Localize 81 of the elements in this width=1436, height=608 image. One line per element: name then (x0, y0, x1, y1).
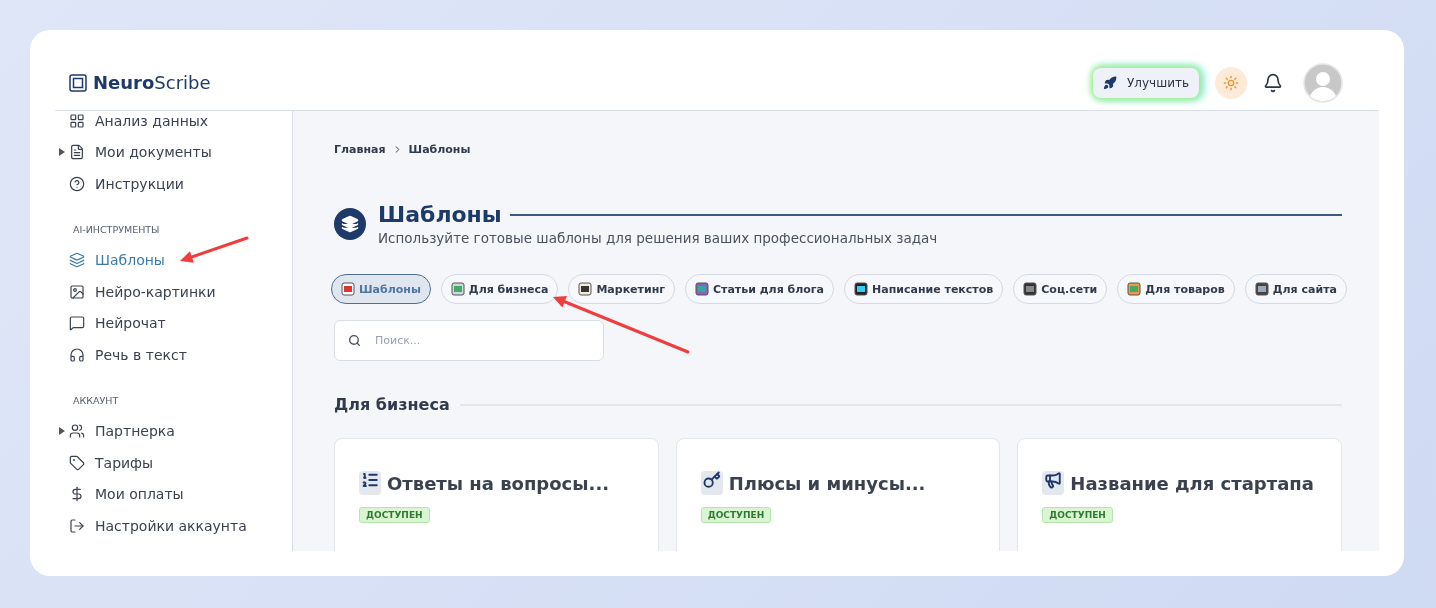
sidebar-item[interactable]: Инструкции (69, 168, 292, 200)
sidebar-item-label: Настройки аккаунта (95, 517, 247, 534)
card-title: Ответы на вопросы... (387, 472, 610, 494)
sidebar-section-title: АККАУНТ (73, 394, 120, 406)
status-badge: ДОСТУПЕН (700, 507, 772, 523)
chip-emoji-icon (578, 282, 593, 296)
sidebar-item[interactable]: Шаблоны (69, 244, 292, 276)
sidebar-item-icon (69, 175, 85, 192)
breadcrumb-link[interactable]: Шаблоны (408, 143, 471, 156)
filter-chip[interactable]: Написание текстов (844, 274, 1004, 304)
sidebar-item-label: Шаблоны (95, 252, 165, 269)
sidebar-item-icon (69, 283, 85, 300)
sidebar-item-label: Мои оплаты (95, 486, 184, 503)
sidebar-item-label: Нейро-картинки (95, 283, 216, 300)
card-title: Плюсы и минусы... (728, 472, 926, 494)
logo-text: NeuroScribe (93, 72, 211, 93)
card-icon (359, 471, 381, 495)
filter-chip[interactable]: Соц.сети (1013, 274, 1108, 304)
sidebar-item-label: Речь в текст (95, 346, 187, 363)
sidebar-item-icon (69, 346, 85, 363)
sidebar-item[interactable]: Мои оплаты (69, 478, 292, 510)
sun-icon (1223, 74, 1239, 91)
page-subtitle: Используйте готовые шаблоны для решения ваших профессиональных задач (378, 230, 939, 246)
sidebar-item[interactable]: Партнерка (69, 415, 292, 447)
card-icon (1042, 471, 1065, 495)
template-card[interactable]: Плюсы и минусы... ДОСТУПЕН (675, 438, 1001, 551)
layers-icon (334, 208, 366, 240)
sidebar-item-icon (69, 423, 85, 440)
sidebar-item-label: Мои документы (95, 144, 212, 161)
chip-emoji-icon (1254, 282, 1269, 296)
filter-chip[interactable]: Шаблоны (331, 274, 431, 304)
sidebar-section-title: AI-ИНСТРУМЕНТЫ (73, 223, 161, 235)
sidebar-item-label: Партнерка (95, 423, 175, 440)
rocket-icon (1103, 75, 1117, 90)
page-title: Шаблоны (378, 202, 502, 228)
chip-emoji-icon (341, 282, 355, 296)
status-badge: ДОСТУПЕН (359, 507, 430, 523)
filter-chip[interactable]: Маркетинг (568, 274, 675, 304)
filter-chip[interactable]: Для бизнеса (440, 274, 559, 304)
sidebar-item-icon (69, 517, 85, 534)
upgrade-button[interactable]: Улучшить (1093, 67, 1199, 98)
chip-emoji-icon (1127, 282, 1142, 296)
search-field[interactable]: Поиск... (334, 320, 604, 361)
search-icon (348, 334, 361, 347)
sidebar-item-icon (69, 112, 85, 129)
sidebar-item[interactable]: Настройки аккаунта (69, 510, 292, 542)
sidebar-item[interactable]: Нейрочат (69, 307, 292, 339)
sidebar-item-icon (69, 454, 85, 471)
annotation-arrow (180, 236, 249, 263)
chip-emoji-icon (450, 282, 465, 296)
filter-chip[interactable]: Для сайта (1244, 274, 1347, 304)
filter-chip[interactable]: Для товаров (1117, 274, 1235, 304)
card-icon (700, 471, 723, 495)
template-card[interactable]: Ответы на вопросы... ДОСТУПЕН (334, 438, 659, 551)
bell-icon (1263, 72, 1283, 93)
logo-icon (69, 73, 87, 92)
sidebar-item[interactable]: Анализ данных (69, 111, 292, 137)
sidebar-item-label: Анализ данных (95, 112, 209, 129)
chip-emoji-icon (1023, 282, 1038, 296)
breadcrumb-link[interactable]: Главная (334, 143, 386, 156)
sidebar-item[interactable]: Мои документы (69, 136, 292, 168)
sidebar-item-icon (69, 252, 85, 269)
chip-emoji-icon (695, 282, 709, 296)
sidebar-item-label: Нейрочат (95, 315, 166, 332)
sidebar-item-icon (69, 144, 85, 161)
status-badge: ДОСТУПЕН (1042, 507, 1113, 523)
sidebar-item-label: Тарифы (95, 454, 154, 471)
filter-chip[interactable]: Статьи для блога (685, 274, 835, 304)
sidebar-item-icon (69, 486, 85, 503)
chip-emoji-icon (854, 282, 869, 296)
section-title: Для бизнеса (334, 395, 450, 414)
sidebar-item-icon (69, 315, 85, 332)
sidebar-item[interactable]: Речь в текст (69, 339, 292, 371)
card-title: Название для стартапа (1070, 472, 1314, 494)
notification-button[interactable] (1263, 72, 1283, 93)
avatar[interactable] (1303, 62, 1343, 103)
template-card[interactable]: Название для стартапа ДОСТУПЕН (1017, 438, 1342, 551)
sidebar-item-label: Инструкции (95, 175, 184, 192)
theme-toggle-button[interactable] (1215, 66, 1247, 99)
sidebar-item[interactable]: Нейро-картинки (69, 276, 292, 308)
sidebar-item[interactable]: Тарифы (69, 447, 292, 479)
